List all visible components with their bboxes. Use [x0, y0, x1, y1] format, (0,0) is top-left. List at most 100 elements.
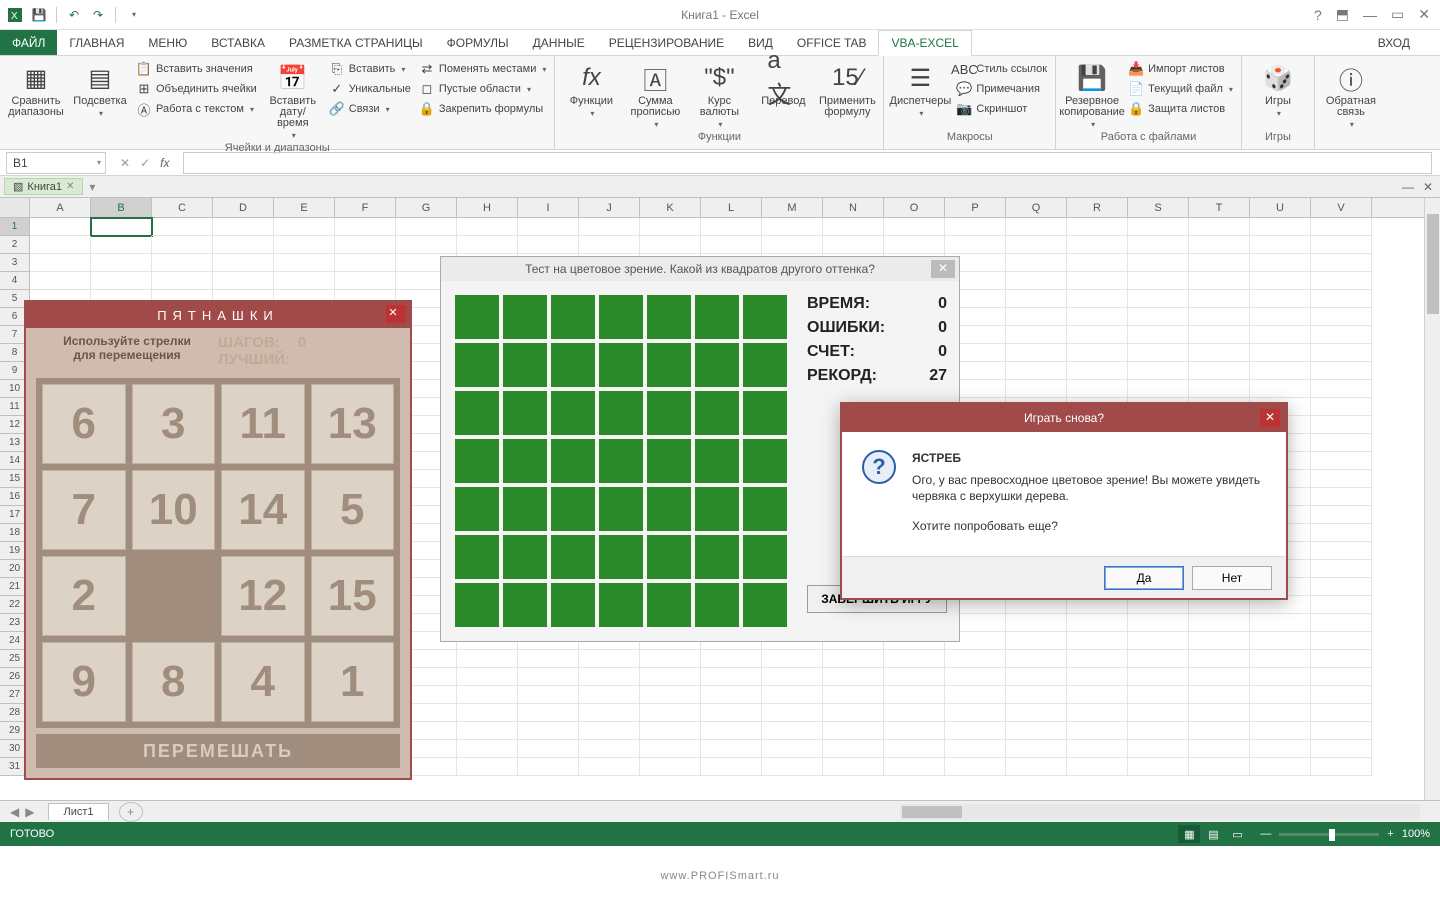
cell[interactable]: [1311, 308, 1372, 326]
cell[interactable]: [762, 668, 823, 686]
color-cell[interactable]: [599, 343, 643, 387]
btn-merge-cells[interactable]: ⊞Объединить ячейки: [134, 80, 259, 98]
cell[interactable]: [1311, 236, 1372, 254]
cell[interactable]: [1311, 344, 1372, 362]
cell[interactable]: [945, 218, 1006, 236]
cell[interactable]: [1311, 542, 1372, 560]
color-cell[interactable]: [743, 391, 787, 435]
sheet-tab[interactable]: Лист1: [48, 803, 108, 820]
btn-compare-ranges[interactable]: ▦Сравнитьдиапазоны: [6, 60, 66, 142]
cell[interactable]: [945, 704, 1006, 722]
cell[interactable]: [640, 722, 701, 740]
color-cell[interactable]: [455, 583, 499, 627]
cell[interactable]: [518, 704, 579, 722]
cell[interactable]: [1311, 524, 1372, 542]
help-icon[interactable]: ?: [1314, 7, 1322, 23]
cell[interactable]: [945, 686, 1006, 704]
cell[interactable]: [701, 218, 762, 236]
cell[interactable]: [30, 236, 91, 254]
cell[interactable]: [1067, 740, 1128, 758]
color-cell[interactable]: [695, 343, 739, 387]
cell[interactable]: [1250, 308, 1311, 326]
cell[interactable]: [640, 686, 701, 704]
cell[interactable]: [1311, 578, 1372, 596]
cell[interactable]: [701, 722, 762, 740]
cell[interactable]: [1128, 344, 1189, 362]
select-all-corner[interactable]: [0, 198, 30, 217]
cell[interactable]: [1189, 218, 1250, 236]
color-cell[interactable]: [743, 343, 787, 387]
color-cell[interactable]: [503, 295, 547, 339]
excel-icon[interactable]: X: [6, 6, 24, 24]
formula-input[interactable]: [183, 152, 1432, 174]
color-cell[interactable]: [551, 535, 595, 579]
color-cell[interactable]: [743, 583, 787, 627]
color-cell[interactable]: [551, 391, 595, 435]
cell[interactable]: [1067, 308, 1128, 326]
color-cell[interactable]: [647, 295, 691, 339]
color-cell[interactable]: [455, 487, 499, 531]
col-header[interactable]: D: [213, 198, 274, 217]
cell[interactable]: [1311, 218, 1372, 236]
cell[interactable]: [1250, 218, 1311, 236]
col-header[interactable]: L: [701, 198, 762, 217]
col-header[interactable]: S: [1128, 198, 1189, 217]
tab-formulas[interactable]: ФОРМУЛЫ: [435, 30, 521, 55]
workbook-tab[interactable]: ▧ Книга1 ✕: [4, 178, 83, 195]
cell[interactable]: [1128, 218, 1189, 236]
btn-ref-style[interactable]: ABCСтиль ссылок: [954, 60, 1049, 78]
redo-icon[interactable]: ↷: [89, 6, 107, 24]
cell[interactable]: [1067, 650, 1128, 668]
cell[interactable]: [1006, 740, 1067, 758]
color-cell[interactable]: [695, 583, 739, 627]
cell[interactable]: [1128, 326, 1189, 344]
tab-menu[interactable]: Меню: [136, 30, 199, 55]
no-button[interactable]: Нет: [1192, 566, 1272, 590]
cell[interactable]: [1189, 254, 1250, 272]
color-cell[interactable]: [647, 487, 691, 531]
view-layout-icon[interactable]: ▤: [1202, 825, 1224, 843]
ribbon-display-icon[interactable]: ⬒: [1336, 6, 1349, 23]
btn-managers[interactable]: ☰Диспетчеры: [890, 60, 950, 131]
cell[interactable]: [1128, 632, 1189, 650]
cell[interactable]: [1189, 668, 1250, 686]
cell[interactable]: [1311, 560, 1372, 578]
nav-prev-icon[interactable]: ◀: [10, 805, 19, 819]
cell[interactable]: [1250, 362, 1311, 380]
signin-link[interactable]: Вход: [1366, 30, 1440, 55]
cell[interactable]: [1189, 362, 1250, 380]
cell[interactable]: [945, 740, 1006, 758]
cell[interactable]: [945, 758, 1006, 776]
cell[interactable]: [1311, 596, 1372, 614]
tabstrip-min-icon[interactable]: —: [1400, 180, 1416, 194]
btn-functions[interactable]: fxФункции: [561, 60, 621, 131]
color-cell[interactable]: [695, 487, 739, 531]
col-header[interactable]: V: [1311, 198, 1372, 217]
cell[interactable]: [1006, 308, 1067, 326]
cell[interactable]: [1006, 614, 1067, 632]
color-cell[interactable]: [599, 295, 643, 339]
cell[interactable]: [518, 686, 579, 704]
cell[interactable]: [1250, 272, 1311, 290]
btn-comments[interactable]: 💬Примечания: [954, 80, 1049, 98]
close-icon[interactable]: ✕: [1418, 6, 1430, 23]
cell[interactable]: [579, 740, 640, 758]
cell[interactable]: [1128, 308, 1189, 326]
cell[interactable]: [579, 650, 640, 668]
cell[interactable]: [518, 740, 579, 758]
color-cell[interactable]: [599, 487, 643, 531]
cell[interactable]: [1311, 254, 1372, 272]
cell[interactable]: [30, 218, 91, 236]
cell[interactable]: [1067, 704, 1128, 722]
cell[interactable]: [152, 236, 213, 254]
btn-lock-formulas[interactable]: 🔒Закрепить формулы: [417, 100, 549, 118]
cell[interactable]: [1311, 506, 1372, 524]
cell[interactable]: [1006, 686, 1067, 704]
cell[interactable]: [274, 236, 335, 254]
cell[interactable]: [1006, 254, 1067, 272]
cell[interactable]: [884, 740, 945, 758]
cell[interactable]: [1189, 344, 1250, 362]
row-header[interactable]: 1: [0, 218, 30, 236]
cell[interactable]: [1128, 686, 1189, 704]
col-header[interactable]: F: [335, 198, 396, 217]
